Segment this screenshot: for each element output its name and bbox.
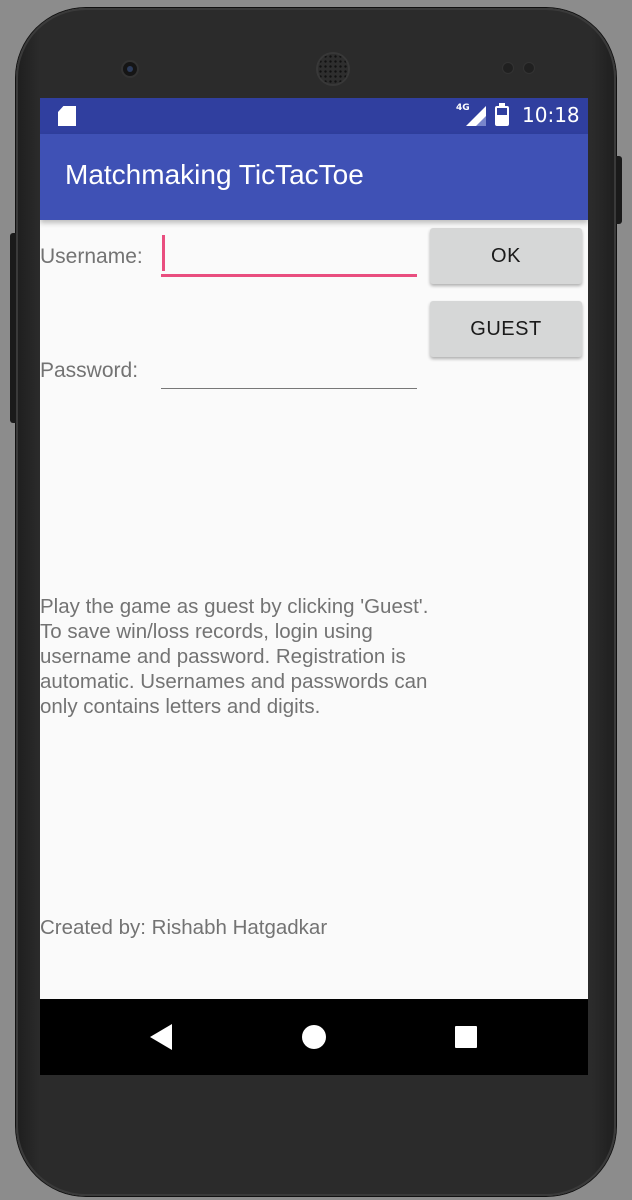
guest-button[interactable]: GUEST <box>430 301 582 357</box>
username-input[interactable] <box>161 236 417 277</box>
app-bar: Matchmaking TicTacToe <box>40 134 588 220</box>
password-input[interactable] <box>161 348 417 389</box>
ok-button[interactable]: OK <box>430 228 582 284</box>
text-cursor <box>162 235 165 271</box>
info-text: Play the game as guest by clicking 'Gues… <box>40 595 429 718</box>
recents-icon[interactable] <box>455 1026 477 1048</box>
device-screen: 4G 10:18 Matchmaking TicTacToe Username:… <box>40 98 588 1075</box>
proximity-sensor <box>503 63 513 73</box>
volume-button <box>10 233 16 423</box>
username-label: Username: <box>40 245 143 268</box>
navigation-bar <box>40 999 588 1075</box>
power-button <box>616 156 622 224</box>
front-camera <box>123 62 137 76</box>
status-clock: 10:18 <box>522 103 580 127</box>
back-icon[interactable] <box>150 1024 172 1050</box>
earpiece-speaker <box>318 54 348 84</box>
status-bar: 4G 10:18 <box>40 98 588 134</box>
battery-icon <box>495 103 509 126</box>
light-sensor <box>524 63 534 73</box>
password-label: Password: <box>40 359 139 382</box>
app-title: Matchmaking TicTacToe <box>65 159 364 190</box>
signal-icon <box>466 106 486 126</box>
home-icon[interactable] <box>302 1025 326 1049</box>
footer-credit: Created by: Rishabh Hatgadkar <box>40 916 328 939</box>
sd-card-icon <box>58 106 76 126</box>
